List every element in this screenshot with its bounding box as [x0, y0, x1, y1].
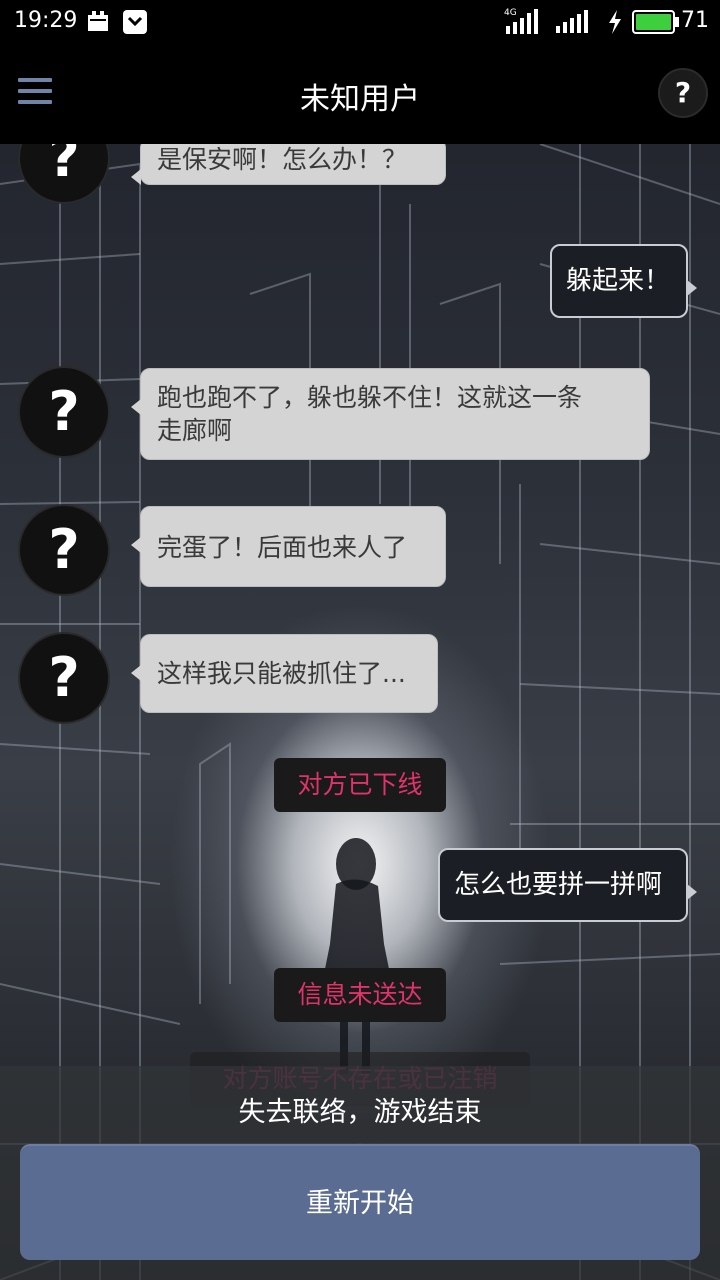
avatar: ?: [18, 366, 110, 458]
game-over-text: 失去联络，游戏结束: [238, 1097, 482, 1128]
page-title: 未知用户: [300, 82, 420, 117]
signal-icon: [554, 8, 592, 38]
message-text: 这样我只能被抓住了...: [157, 659, 406, 688]
restart-button[interactable]: 重新开始: [20, 1144, 700, 1260]
charging-icon: [606, 9, 624, 39]
message-text: 是保安啊！怎么办！？: [157, 145, 408, 174]
avatar: ?: [18, 632, 110, 724]
pocket-icon: [122, 9, 148, 39]
help-button[interactable]: ?: [658, 68, 708, 118]
status-bar: 19:29 4G 71: [0, 0, 720, 44]
message-text: 躲起来！: [566, 266, 671, 296]
message-incoming: 完蛋了！后面也来人了: [131, 506, 446, 587]
message-text-line: 走廊啊: [157, 416, 233, 445]
message-outgoing: 躲起来！: [550, 244, 697, 318]
battery-icon: [632, 9, 680, 39]
status-time: 19:29: [14, 8, 78, 33]
avatar: ?: [18, 504, 110, 596]
chat-area[interactable]: ? 是保安啊！怎么办！？ 躲起来！ ? 跑也跑不了，躲也躲不住！这就这一条 走廊…: [0, 144, 720, 1280]
message-incoming: 跑也跑不了，躲也躲不住！这就这一条 走廊啊: [131, 368, 650, 460]
message-text: 怎么也要拼一拼啊: [454, 870, 663, 900]
system-notice: 信息未送达: [274, 968, 446, 1022]
system-notice: 对方已下线: [274, 758, 446, 812]
battery-level: 71: [681, 8, 709, 33]
svg-text:4G: 4G: [504, 8, 517, 18]
message-text: 完蛋了！后面也来人了: [157, 533, 408, 562]
message-outgoing: 怎么也要拼一拼啊: [438, 848, 697, 922]
message-incoming: 是保安啊！怎么办！？: [131, 144, 446, 185]
calendar-icon: [86, 9, 110, 37]
app-bar: 未知用户 ?: [0, 44, 720, 144]
signal-4g-icon: 4G: [502, 6, 542, 40]
message-text-line: 跑也跑不了，躲也躲不住！这就这一条: [157, 383, 583, 412]
message-incoming: 这样我只能被抓住了...: [131, 634, 438, 713]
